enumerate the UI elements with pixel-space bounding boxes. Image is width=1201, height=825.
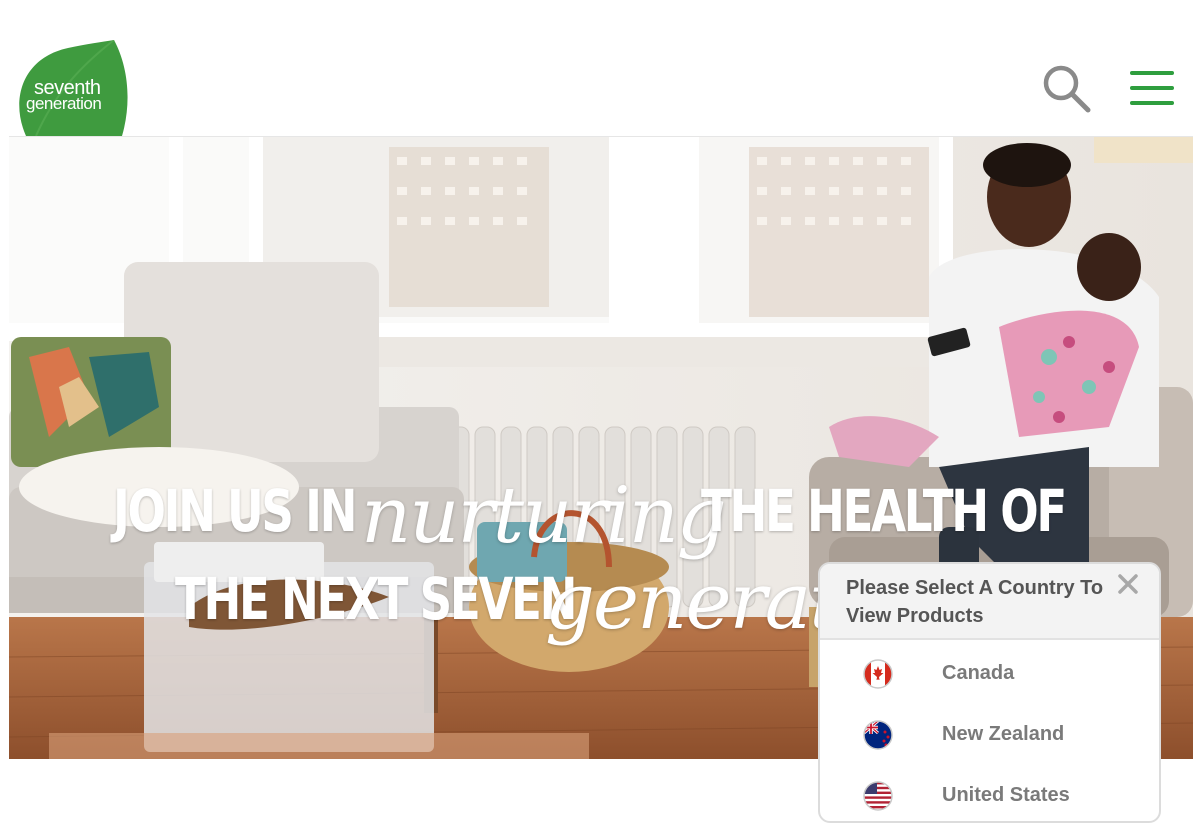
headline-text-join-us-in: JOIN US IN: [113, 477, 357, 545]
close-button[interactable]: [1114, 570, 1142, 598]
new-zealand-flag-icon: [863, 720, 893, 750]
logo-wordmark: seventh generation: [26, 78, 130, 113]
popup-header: Please Select A Country To View Products: [820, 564, 1159, 640]
country-selector-popup: Please Select A Country To View Products: [818, 562, 1161, 823]
page: seventh generation JOIN US IN nurturing …: [0, 0, 1201, 825]
country-name: Canada: [942, 662, 1015, 684]
country-option-canada[interactable]: Canada: [820, 644, 1159, 702]
search-icon: [1043, 65, 1091, 113]
menu-button[interactable]: [1126, 68, 1178, 110]
site-header: seventh generation: [0, 0, 1201, 137]
hamburger-menu-icon: [1130, 71, 1174, 105]
logo-line2: generation: [26, 94, 102, 113]
canada-flag-icon: [863, 659, 893, 689]
headline-text-the-next-seven: THE NEXT SEVEN: [175, 565, 577, 633]
seventh-generation-logo[interactable]: seventh generation: [16, 39, 130, 137]
country-name: New Zealand: [942, 723, 1065, 745]
country-option-united-states[interactable]: United States: [820, 766, 1159, 821]
country-option-new-zealand[interactable]: New Zealand: [820, 705, 1159, 763]
united-states-flag-icon: [863, 781, 893, 811]
popup-title: Please Select A Country To View Products: [846, 577, 1104, 627]
close-icon: [1118, 574, 1138, 594]
search-button[interactable]: [1040, 62, 1096, 114]
country-name: United States: [942, 784, 1070, 806]
headline-text-the-health-of: THE HEALTH OF: [701, 477, 1067, 545]
headline-script-nurturing: nurturing: [361, 471, 727, 561]
